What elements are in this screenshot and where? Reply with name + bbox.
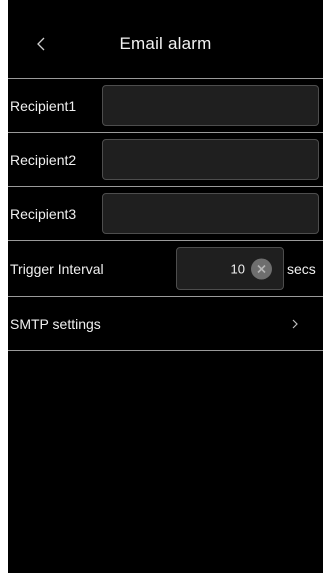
recipient-row-2: Recipient2 [8, 133, 323, 187]
recipient3-input[interactable] [102, 193, 319, 234]
recipient-label: Recipient1 [10, 97, 77, 114]
trigger-interval-value[interactable]: 10 [231, 261, 245, 276]
email-alarm-screen: Email alarm Recipient1 Recipient2 Recipi… [8, 0, 323, 573]
chevron-right-icon [290, 317, 300, 331]
trigger-interval-label: Trigger Interval [10, 260, 104, 277]
recipient-label: Recipient3 [10, 205, 77, 222]
clear-icon[interactable] [251, 258, 272, 279]
trigger-interval-unit: secs [287, 260, 316, 277]
smtp-settings-label: SMTP settings [10, 315, 101, 332]
header-bar: Email alarm [8, 0, 323, 79]
page-title: Email alarm [119, 34, 212, 53]
recipient-label: Recipient2 [10, 151, 77, 168]
trigger-interval-input[interactable]: 10 [176, 247, 284, 290]
smtp-settings-item[interactable]: SMTP settings [8, 297, 323, 351]
recipient2-input[interactable] [102, 139, 319, 180]
recipient1-input[interactable] [102, 85, 319, 126]
recipient-row-3: Recipient3 [8, 187, 323, 241]
recipient-row-1: Recipient1 [8, 79, 323, 133]
trigger-interval-row: Trigger Interval 10 secs [8, 241, 323, 297]
